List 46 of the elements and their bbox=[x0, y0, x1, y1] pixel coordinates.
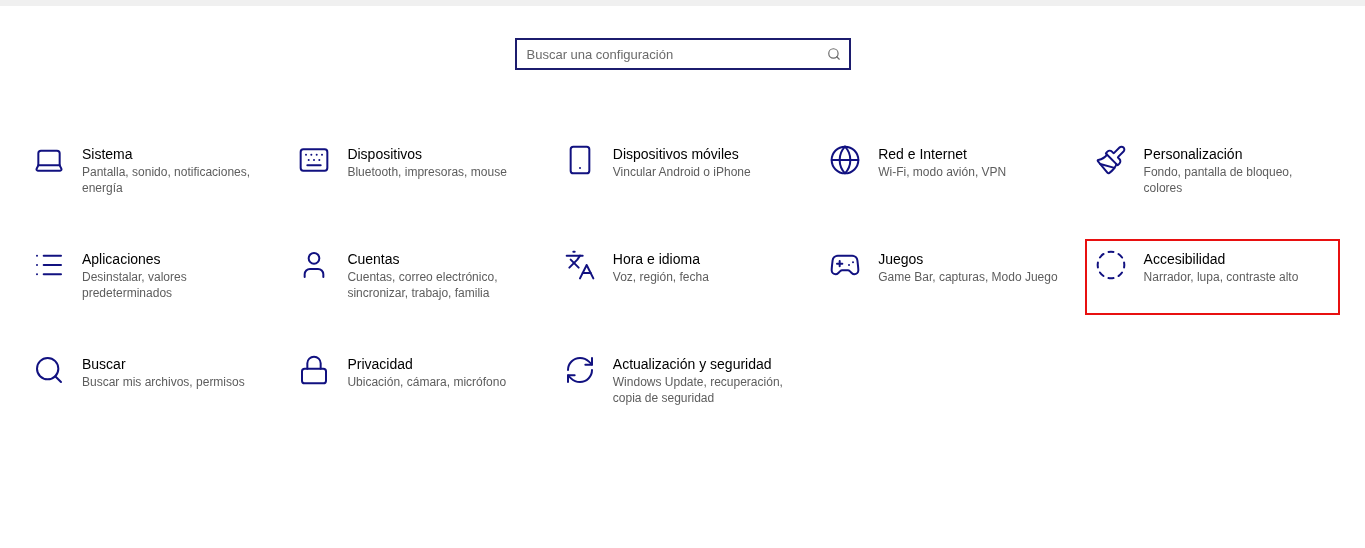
search-icon bbox=[826, 47, 841, 61]
category-title: Dispositivos bbox=[347, 145, 424, 164]
paintbrush-icon bbox=[1094, 144, 1127, 176]
settings-category[interactable]: Sistema Pantalla, sonido, notificaciones, energía bbox=[23, 134, 278, 210]
category-description: Ubicación, cámara, micrófono bbox=[347, 374, 508, 390]
category-description: Voz, región, fecha bbox=[612, 269, 710, 285]
settings-category[interactable]: Privacidad Ubicación, cámara, micrófono bbox=[288, 344, 544, 420]
category-title: Dispositivos móviles bbox=[612, 145, 740, 164]
globe-icon bbox=[829, 144, 862, 176]
settings-category[interactable]: Hora e idioma Voz, región, fecha bbox=[553, 239, 809, 315]
search-icon bbox=[33, 354, 65, 386]
category-title: Personalización bbox=[1143, 145, 1244, 164]
category-description: Cuentas, correo electrónico, sincronizar, trabajo, familia bbox=[347, 269, 499, 301]
category-title: Hora e idioma bbox=[612, 250, 701, 269]
category-title: Red e Internet bbox=[878, 145, 968, 164]
settings-category[interactable]: Juegos Game Bar, capturas, Modo Juego bbox=[819, 239, 1075, 315]
settings-category[interactable]: Aplicaciones Desinstalar, valores predeterminados bbox=[23, 239, 278, 315]
category-description: Vincular Android o iPhone bbox=[612, 164, 752, 180]
category-title: Privacidad bbox=[347, 355, 414, 374]
category-description: Narrador, lupa, contraste alto bbox=[1143, 269, 1300, 285]
category-description: Buscar mis archivos, permisos bbox=[82, 374, 246, 390]
language-icon bbox=[563, 249, 596, 281]
category-description: Game Bar, capturas, Modo Juego bbox=[878, 269, 1059, 285]
category-description: Windows Update, recuperación, copia de seguridad bbox=[612, 374, 784, 406]
search-field[interactable]: Buscar una configuración bbox=[514, 38, 851, 70]
dashed-circle-icon bbox=[1094, 249, 1127, 281]
settings-category[interactable]: Dispositivos móviles Vincular Android o iPhone bbox=[553, 134, 809, 210]
category-description: Desinstalar, valores predeterminados bbox=[82, 269, 188, 301]
category-title: Cuentas bbox=[347, 250, 401, 269]
settings-category[interactable]: Actualización y seguridad Windows Update, recuperación, copia de seguridad bbox=[553, 344, 809, 420]
settings-category[interactable]: Personalización Fondo, pantalla de bloqueo, colores bbox=[1084, 134, 1340, 210]
settings-category[interactable]: Red e Internet Wi-Fi, modo avión, VPN bbox=[819, 134, 1075, 210]
settings-category[interactable]: Dispositivos Bluetooth, impresoras, mouse bbox=[288, 134, 544, 210]
settings-category[interactable]: Buscar Buscar mis archivos, permisos bbox=[23, 344, 278, 420]
category-title: Aplicaciones bbox=[82, 250, 162, 269]
category-description: Wi-Fi, modo avión, VPN bbox=[878, 164, 1008, 180]
category-description: Pantalla, sonido, notificaciones, energía bbox=[82, 164, 252, 196]
settings-category[interactable]: Accesibilidad Narrador, lupa, contraste alto bbox=[1084, 239, 1340, 315]
category-title: Buscar bbox=[82, 355, 127, 374]
settings-category[interactable]: Cuentas Cuentas, correo electrónico, sincronizar, trabajo, familia bbox=[288, 239, 544, 315]
category-title: Accesibilidad bbox=[1143, 250, 1227, 269]
category-title: Sistema bbox=[82, 145, 134, 164]
category-title: Juegos bbox=[878, 250, 925, 269]
category-description: Bluetooth, impresoras, mouse bbox=[347, 164, 508, 180]
category-title: Actualización y seguridad bbox=[612, 355, 773, 374]
category-description: Fondo, pantalla de bloqueo, colores bbox=[1143, 164, 1294, 196]
